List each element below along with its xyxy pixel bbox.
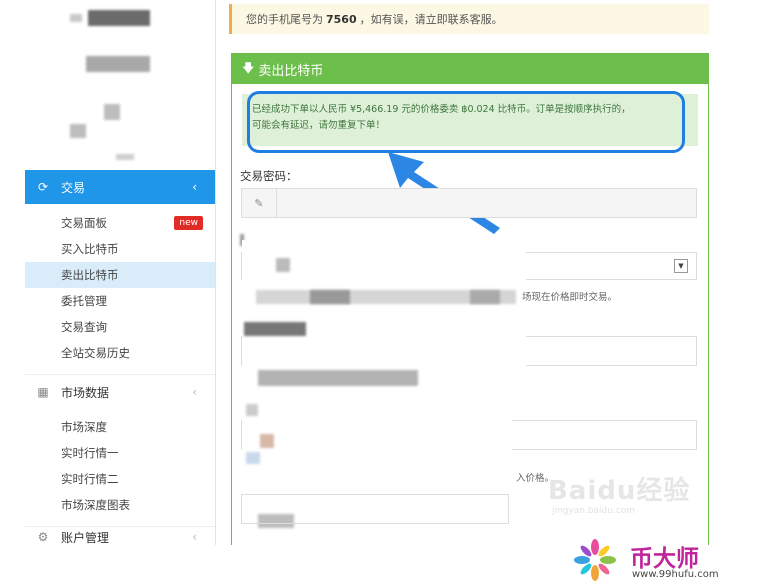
phone-tail-number: 7560 [326, 12, 357, 26]
sidebar-section-account[interactable]: ⚙ 账户管理 ‹ [25, 526, 215, 547]
sidebar-item-label: 实时行情一 [61, 446, 119, 460]
arrow-down-icon: 🡇 [242, 60, 255, 75]
sidebar-item-realtime-2[interactable]: 实时行情二 [25, 466, 215, 492]
sidebar: ⟳ 交易 ‹ 交易面板 new 买入比特币 卖出比特币 委托管理 交易查询 全站… [0, 0, 216, 545]
sidebar-item-buy-bitcoin[interactable]: 买入比特币 [25, 236, 215, 262]
blurred-info [116, 154, 134, 160]
sidebar-section-label: 市场数据 [61, 385, 110, 400]
blurred-avatar-area [88, 10, 150, 26]
sidebar-section-market[interactable]: ▦ 市场数据 ‹ [25, 374, 215, 409]
market-price-hint: 场现在价格即时交易。 [522, 292, 618, 303]
chevron-left-icon: ‹ [192, 530, 197, 544]
sidebar-item-market-depth[interactable]: 市场深度 [25, 414, 215, 440]
blurred-info [70, 124, 86, 138]
edit-icon: ✎ [242, 189, 277, 217]
sidebar-section-label: 账户管理 [61, 530, 110, 545]
brand-logo-icon [574, 539, 616, 581]
sidebar-item-label: 市场深度 [61, 420, 107, 434]
sidebar-section-label: 交易 [61, 180, 86, 195]
sidebar-item-sell-bitcoin[interactable]: 卖出比特币 [25, 262, 215, 288]
sidebar-item-depth-chart[interactable]: 市场深度图表 [25, 492, 215, 518]
sidebar-item-realtime-1[interactable]: 实时行情一 [25, 440, 215, 466]
submit-area[interactable] [241, 494, 509, 524]
chart-icon: ▦ [37, 385, 49, 399]
password-input-group[interactable]: ✎ [241, 188, 697, 218]
blurred-content [246, 452, 260, 464]
blurred-content [260, 434, 274, 448]
sidebar-item-order-management[interactable]: 委托管理 [25, 288, 215, 314]
blurred-content [470, 290, 500, 304]
chevron-down-icon: ▼ [674, 259, 688, 273]
blurred-content [276, 258, 290, 272]
sidebar-item-label: 委托管理 [61, 294, 107, 308]
blurred-content [310, 290, 350, 304]
blurred-info [104, 104, 120, 120]
chevron-left-icon: ‹ [192, 180, 197, 194]
notice-suffix: ，如有误，请立即联系客服。 [359, 13, 503, 26]
blurred-info [86, 56, 150, 72]
sidebar-item-label: 卖出比特币 [61, 268, 119, 282]
sidebar-item-label: 买入比特币 [61, 242, 119, 256]
baidu-watermark-url: jingyan.baidu.com [552, 506, 636, 516]
panel-title: 卖出比特币 [258, 63, 324, 79]
annotation-highlight-box [247, 91, 685, 153]
sidebar-item-site-history[interactable]: 全站交易历史 [25, 340, 215, 366]
chevron-left-icon: ‹ [192, 385, 197, 399]
brand-name: 币大师 [630, 546, 699, 572]
sidebar-item-label: 交易面板 [61, 216, 107, 230]
blurred-content [258, 370, 418, 386]
new-badge: new [174, 216, 203, 230]
brand-url: www.99hufu.com [632, 569, 719, 580]
sidebar-item-label: 实时行情二 [61, 472, 119, 486]
sidebar-section-trade[interactable]: ⟳ 交易 ‹ [25, 170, 215, 204]
gear-icon: ⚙ [37, 530, 49, 544]
notice-prefix: 您的手机尾号为 [246, 13, 323, 26]
password-input[interactable] [277, 189, 696, 217]
blurred-content [244, 322, 306, 336]
blurred-info [70, 14, 82, 22]
sidebar-item-trade-panel[interactable]: 交易面板 new [25, 210, 215, 236]
sidebar-item-label: 全站交易历史 [61, 346, 130, 360]
sidebar-item-label: 交易查询 [61, 320, 107, 334]
refresh-icon: ⟳ [37, 180, 49, 194]
phone-notice-alert: 您的手机尾号为 7560 ，如有误，请立即联系客服。 [229, 4, 709, 34]
panel-header: 🡇 卖出比特币 [232, 54, 708, 84]
baidu-watermark: Baidu经验 [548, 476, 691, 506]
sidebar-item-trade-query[interactable]: 交易查询 [25, 314, 215, 340]
sidebar-item-label: 市场深度图表 [61, 498, 130, 512]
password-label: 交易密码： [240, 169, 298, 183]
blurred-content [246, 404, 258, 416]
